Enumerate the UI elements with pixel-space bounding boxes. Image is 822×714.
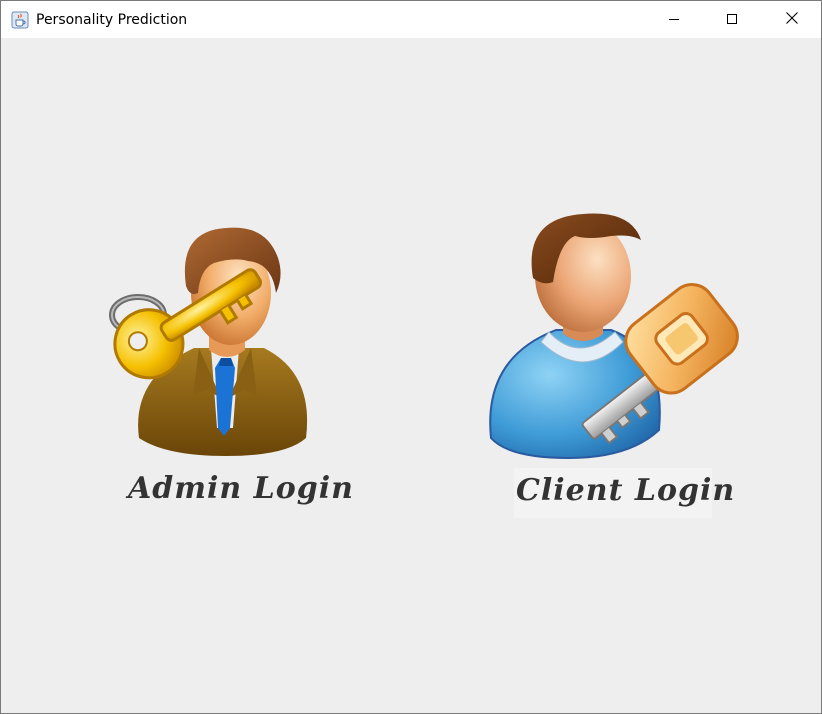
client-login-button[interactable]: Client Login xyxy=(481,188,741,523)
maximize-icon xyxy=(726,10,738,29)
app-window: Personality Prediction Admin Login Clien… xyxy=(0,0,822,714)
client-user-key-icon xyxy=(489,213,739,460)
close-icon xyxy=(785,10,799,29)
client-label-background: Client Login xyxy=(514,468,734,518)
minimize-button[interactable] xyxy=(645,1,703,38)
admin-user-key-icon xyxy=(109,227,308,456)
admin-login-label: Admin Login xyxy=(128,471,354,506)
client-login-label: Client Login xyxy=(516,473,736,508)
window-title: Personality Prediction xyxy=(36,12,188,28)
main-content: Admin Login Client Login xyxy=(1,38,821,713)
java-cup-icon xyxy=(11,11,29,29)
title-bar[interactable]: Personality Prediction xyxy=(1,1,821,38)
admin-login-button[interactable]: Admin Login xyxy=(101,188,353,518)
close-button[interactable] xyxy=(763,1,821,38)
maximize-button[interactable] xyxy=(703,1,761,38)
minimize-icon xyxy=(668,10,680,29)
